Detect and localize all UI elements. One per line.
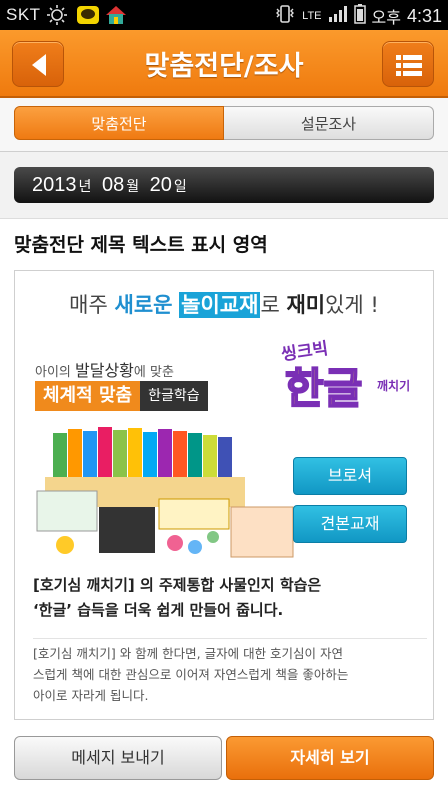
headline-part: 로 bbox=[260, 293, 287, 317]
send-message-button[interactable]: 메세지 보내기 bbox=[14, 736, 222, 780]
view-details-button[interactable]: 자세히 보기 bbox=[226, 736, 434, 780]
headline-part: 있게 ! bbox=[325, 293, 379, 317]
description-line: [호기심 깨치기] 의 주제통합 사물인지 학습은 bbox=[33, 576, 322, 594]
carrier-label: SKT bbox=[6, 5, 41, 24]
status-right: LTE 오후 4:31 bbox=[274, 4, 442, 28]
date-month: 08 bbox=[101, 174, 125, 196]
tagline-development: 아이의 발달상황에 맞춘 bbox=[35, 357, 174, 381]
headline-part: 매주 bbox=[69, 293, 115, 317]
detail-line: 아이로 자라게 됩니다. bbox=[33, 688, 149, 703]
tag-text: 아이의 bbox=[35, 365, 76, 380]
tagline-systematic: 체계적 맞춤 한글학습 bbox=[35, 381, 208, 411]
brand-logo: 씽크빅 한글 깨치기 bbox=[271, 337, 421, 427]
brochure-button[interactable]: 브로셔 bbox=[293, 457, 407, 495]
vibrate-icon bbox=[274, 5, 296, 27]
kakaotalk-icon bbox=[76, 4, 100, 31]
date-year-unit: 년 bbox=[78, 178, 92, 194]
list-menu-icon bbox=[396, 55, 422, 76]
home-app-icon bbox=[104, 4, 128, 31]
tag-text-large: 발달상황 bbox=[75, 361, 134, 380]
flyer-detail: [호기심 깨치기] 와 함께 한다면, 글자에 대한 호기심이 자연 스럽게 책… bbox=[33, 638, 427, 706]
date-year: 2013 bbox=[32, 174, 77, 196]
detail-line: [호기심 깨치기] 와 함께 한다면, 글자에 대한 호기심이 자연 bbox=[33, 646, 344, 661]
app-header: 맞춤전단/조사 bbox=[0, 30, 448, 98]
tab-survey[interactable]: 설문조사 bbox=[224, 106, 434, 140]
tag-hangul-learning: 한글학습 bbox=[140, 381, 208, 411]
menu-button[interactable] bbox=[382, 41, 434, 87]
date-month-unit: 월 bbox=[126, 178, 140, 194]
sample-material-button[interactable]: 견본교재 bbox=[293, 505, 407, 543]
headline-new: 새로운 bbox=[114, 293, 173, 317]
status-ampm: 오후 bbox=[371, 8, 401, 27]
network-type: LTE bbox=[302, 10, 322, 22]
flyer-card: 매주 새로운 놀이교재로 재미있게 ! 아이의 발달상황에 맞춘 체계적 맞춤 … bbox=[14, 270, 434, 720]
date-day: 20 bbox=[149, 174, 172, 196]
headline-material: 놀이교재 bbox=[179, 292, 261, 318]
tab-bar: 맞춤전단 설문조사 bbox=[0, 98, 448, 152]
flyer-subject: 맞춤전단 제목 텍스트 표시 영역 bbox=[14, 234, 268, 256]
tag-text: 에 맞춘 bbox=[133, 365, 174, 380]
logo-side-text: 깨치기 bbox=[377, 379, 411, 393]
battery-icon bbox=[353, 4, 366, 28]
page-title: 맞춤전단/조사 bbox=[144, 51, 304, 82]
product-set-image bbox=[35, 421, 297, 561]
date-day-unit: 일 bbox=[173, 178, 187, 194]
date-bar: 2013 년 08 월 20 일 bbox=[14, 167, 434, 203]
footer-bar: 메세지 보내기 자세히 보기 bbox=[0, 730, 448, 796]
tab-custom-flyer[interactable]: 맞춤전단 bbox=[14, 106, 224, 140]
detail-line: 스럽게 책에 대한 관심으로 이어져 자연스럽게 책을 좋아하는 bbox=[33, 667, 349, 682]
signal-icon bbox=[328, 5, 348, 27]
status-time: 4:31 bbox=[406, 5, 442, 26]
flyer-description: [호기심 깨치기] 의 주제통합 사물인지 학습은 ‘한글’ 습득을 더욱 쉽게… bbox=[33, 573, 425, 623]
headline-fun: 재미 bbox=[286, 293, 326, 317]
logo-main-text: 한글 bbox=[284, 363, 363, 414]
description-line: ‘한글’ 습득을 더욱 쉽게 만들어 줍니다. bbox=[33, 601, 284, 619]
status-bar: SKT LTE 오후 4:31 bbox=[0, 0, 448, 30]
flyer-headline: 매주 새로운 놀이교재로 재미있게 ! bbox=[15, 289, 433, 319]
tag-systematic: 체계적 맞춤 bbox=[35, 381, 141, 411]
weather-sun-icon bbox=[46, 4, 68, 31]
